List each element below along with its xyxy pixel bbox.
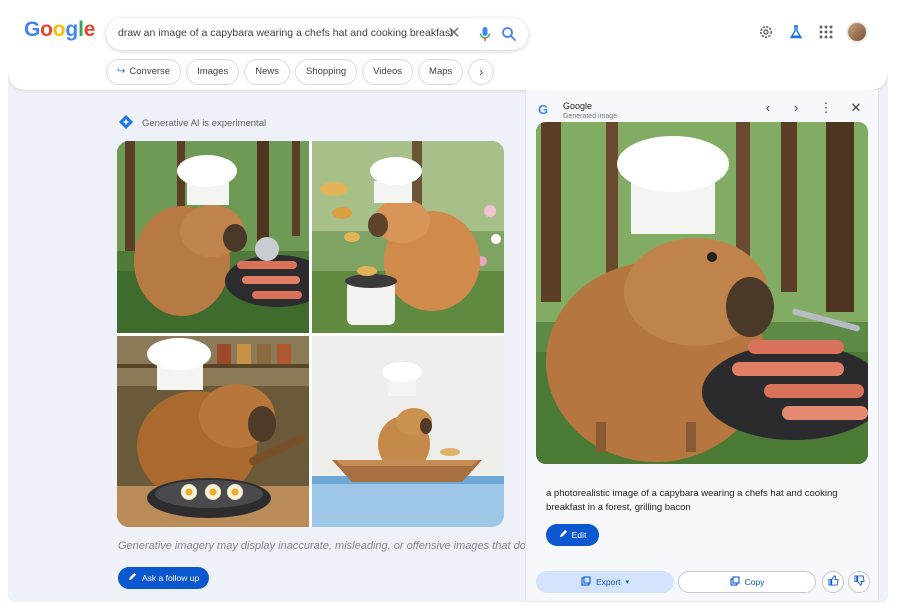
chevron-right-icon[interactable]: ›	[788, 100, 804, 116]
thumbs-down-icon	[853, 573, 865, 591]
chip-maps[interactable]: Maps	[418, 59, 464, 85]
labs-flask-icon[interactable]	[786, 22, 806, 42]
edit-button[interactable]: Edit	[546, 524, 599, 546]
ask-followup-label: Ask a follow up	[142, 573, 200, 583]
image-detail-panel: G Google Generated image ‹ › ⋮ ✕ a photo…	[525, 90, 879, 602]
chip-label: Maps	[429, 66, 453, 77]
chip-label: Videos	[373, 66, 403, 77]
image-caption: a photorealistic image of a capybara wea…	[546, 488, 838, 513]
logo-letter: o	[40, 18, 53, 41]
export-button[interactable]: Export ▾	[536, 571, 674, 593]
return-arrow-icon: ↪	[117, 66, 126, 77]
thumbs-down-button[interactable]	[848, 571, 870, 593]
mic-icon[interactable]	[476, 25, 494, 43]
chip-label: Images	[197, 66, 229, 77]
edit-label: Edit	[571, 530, 587, 540]
chip-shopping[interactable]: Shopping	[294, 59, 358, 85]
export-icon	[581, 576, 591, 588]
image-capybara-boat[interactable]	[312, 336, 504, 527]
avatar[interactable]	[846, 21, 868, 43]
chip-news[interactable]: News	[244, 59, 290, 85]
copy-button[interactable]: Copy	[678, 571, 816, 593]
caret-down-icon: ▾	[625, 579, 630, 586]
thumbs-up-icon	[827, 573, 839, 591]
browser-frame: Google draw an image of a capybara weari…	[8, 4, 888, 602]
chip-converse[interactable]: ↪ Converse	[106, 59, 182, 85]
copy-label: Copy	[744, 577, 765, 587]
sparkle-icon	[118, 114, 134, 133]
image-capybara-pan[interactable]	[117, 336, 309, 527]
search-icon[interactable]	[500, 25, 518, 43]
search-box[interactable]: draw an image of a capybara wearing a ch…	[106, 18, 528, 50]
generative-ai-notice: Generative AI is experimental	[118, 114, 266, 133]
google-g-icon: G	[538, 102, 549, 117]
source-subtitle: Generated image	[563, 113, 618, 120]
apps-grid-icon[interactable]	[816, 22, 836, 42]
selected-generated-image[interactable]	[536, 122, 868, 464]
disclaimer-text: Generative imagery may display inaccurat…	[118, 540, 526, 552]
chip-label: News	[255, 66, 279, 77]
search-input[interactable]: draw an image of a capybara wearing a ch…	[118, 27, 453, 39]
chip-label: Converse	[129, 66, 171, 77]
google-logo[interactable]: Google	[24, 18, 95, 42]
copy-icon	[730, 576, 740, 588]
gen-label-text: Generative AI is experimental	[142, 118, 267, 129]
thumbs-up-button[interactable]	[822, 571, 844, 593]
export-label: Export	[595, 577, 621, 587]
more-vert-icon[interactable]: ⋮	[818, 100, 834, 116]
close-icon[interactable]: ✕	[848, 100, 864, 116]
chevron-right-icon[interactable]: ›	[468, 59, 495, 85]
logo-letter: G	[24, 18, 41, 41]
close-icon[interactable]: ✕	[444, 24, 464, 44]
logo-letter: e	[83, 18, 96, 41]
gear-icon[interactable]	[756, 22, 776, 42]
top-header: Google draw an image of a capybara weari…	[8, 4, 888, 90]
ask-followup-button[interactable]: Ask a follow up	[118, 567, 210, 589]
generated-image-grid	[117, 141, 504, 527]
logo-letter: o	[52, 18, 66, 41]
chip-label: Shopping	[305, 66, 347, 77]
chip-videos[interactable]: Videos	[362, 59, 414, 85]
chevron-left-icon[interactable]: ‹	[760, 100, 776, 116]
chip-images[interactable]: Images	[186, 59, 240, 85]
image-capybara-bbq[interactable]	[117, 141, 309, 333]
pencil-icon	[559, 524, 568, 546]
image-capybara-pot[interactable]	[312, 141, 504, 333]
source-name: Google	[563, 101, 593, 111]
filter-chips: ↪ Converse Images News Shopping Videos M…	[106, 59, 495, 85]
pencil-icon	[128, 567, 137, 589]
logo-letter: g	[65, 18, 79, 41]
